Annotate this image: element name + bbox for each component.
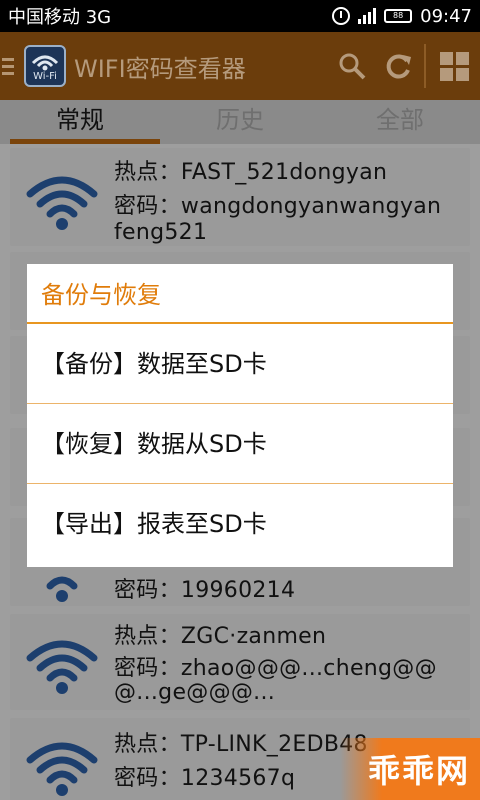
list-item[interactable]: 热点：FAST_521dongyan 密码：wangdongyanwangyan…: [10, 148, 470, 246]
tab-history[interactable]: 历史: [160, 100, 320, 144]
action-bar: Wi-Fi WIFI密码查看器: [0, 32, 480, 100]
tab-all[interactable]: 全部: [320, 100, 480, 144]
password-value: 密码：1234567q: [114, 766, 296, 791]
tab-bar: 常规 历史 全部: [0, 100, 480, 144]
watermark: 乖乖网: [340, 738, 480, 800]
clock: 09:47: [420, 5, 472, 27]
export-report-option[interactable]: 【导出】报表至SD卡: [27, 484, 453, 564]
password-value: 密码：19960214: [114, 578, 296, 603]
wifi-logo-icon: Wi-Fi: [24, 45, 66, 87]
password-value-cont: feng521: [114, 220, 208, 245]
battery-icon: 88: [384, 9, 413, 23]
list-item[interactable]: 热点：ZGC·zanmen 密码：zhao@@@...cheng@@ @...g…: [10, 614, 470, 710]
refresh-icon[interactable]: [378, 46, 418, 86]
hotspot-name: 热点：TP-LINK_2EDB48: [114, 732, 368, 757]
password-value: 密码：zhao@@@...cheng@@: [114, 656, 437, 681]
search-icon[interactable]: [332, 46, 372, 86]
signal-icon: [358, 8, 377, 24]
grid-icon[interactable]: [434, 46, 474, 86]
restore-from-sd-option[interactable]: 【恢复】数据从SD卡: [27, 404, 453, 484]
status-bar: 中国移动 3G 88 09:47: [0, 0, 480, 32]
password-value-cont: @...ge@@@...: [114, 680, 276, 705]
wifi-signal-icon: [26, 176, 98, 230]
watermark-text: 乖乖网: [367, 752, 470, 790]
menu-icon[interactable]: [0, 57, 20, 75]
app-title: WIFI密码查看器: [74, 54, 246, 83]
hotspot-name: 热点：ZGC·zanmen: [114, 624, 327, 649]
wifi-signal-icon: [26, 742, 98, 796]
backup-to-sd-option[interactable]: 【备份】数据至SD卡: [27, 324, 453, 404]
alarm-icon: [332, 7, 351, 25]
wifi-signal-icon: [26, 640, 98, 694]
password-value: 密码：wangdongyanwangyan: [114, 194, 442, 219]
actionbar-divider: [424, 44, 426, 88]
tab-general[interactable]: 常规: [0, 100, 160, 144]
logo-text: Wi-Fi: [33, 71, 57, 82]
hotspot-name: 热点：FAST_521dongyan: [114, 160, 388, 185]
carrier-label: 中国移动 3G: [8, 7, 112, 28]
status-icons: 88 09:47: [332, 6, 472, 27]
backup-restore-dialog: 备份与恢复 【备份】数据至SD卡 【恢复】数据从SD卡 【导出】报表至SD卡: [27, 264, 453, 567]
dialog-title: 备份与恢复: [27, 264, 453, 324]
